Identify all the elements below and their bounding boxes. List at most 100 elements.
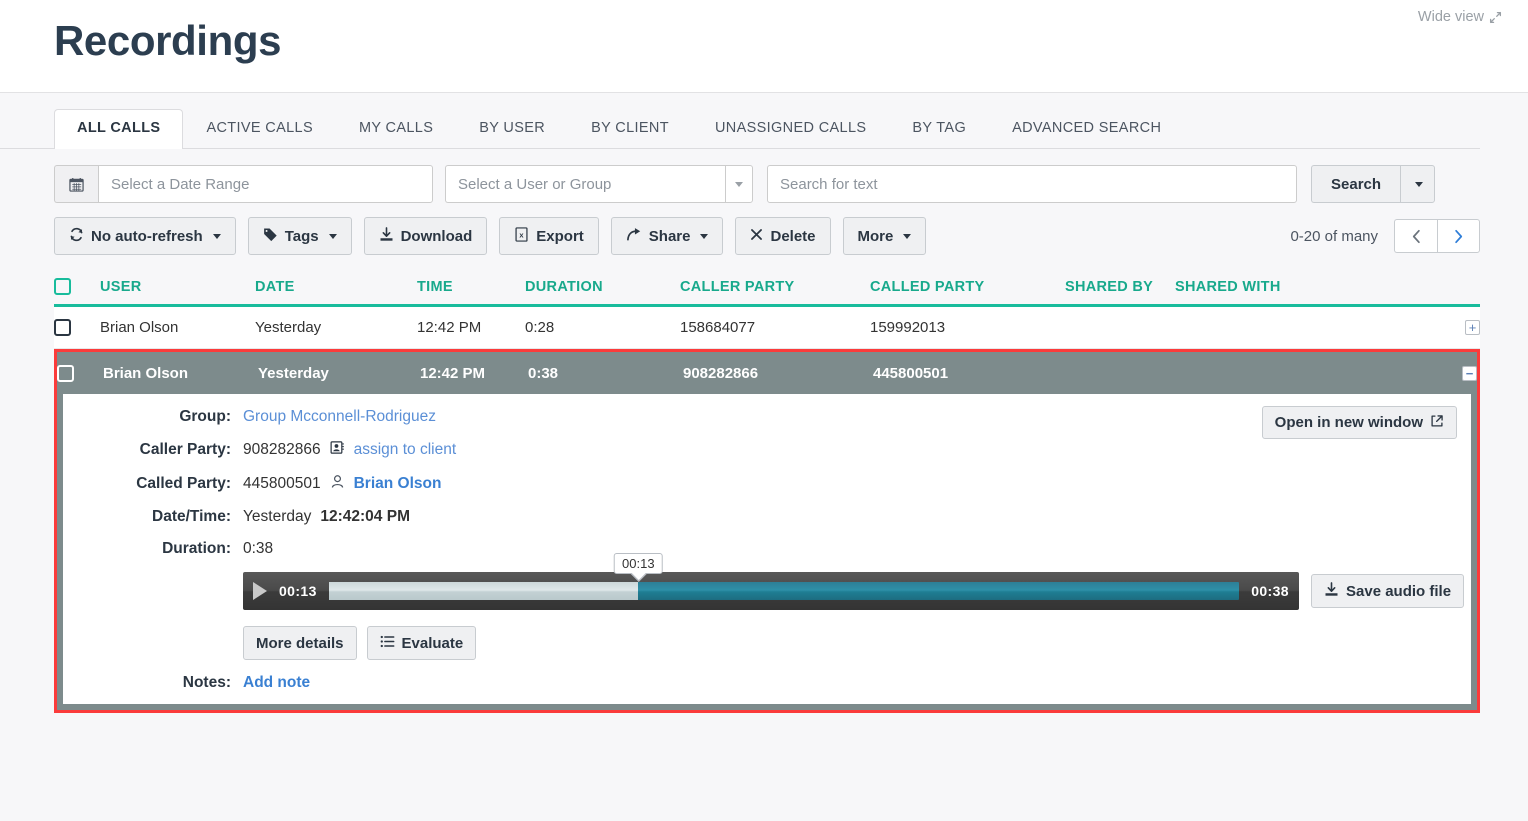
refresh-icon bbox=[69, 227, 84, 245]
share-button[interactable]: Share bbox=[610, 217, 724, 255]
detail-label-notes: Notes: bbox=[182, 674, 231, 691]
called-party-number: 445800501 bbox=[243, 475, 321, 492]
caret-down-icon bbox=[212, 233, 221, 239]
cell-user: Brian Olson bbox=[103, 364, 189, 382]
tags-label: Tags bbox=[284, 227, 319, 245]
chevron-down-icon bbox=[735, 181, 743, 187]
tab-by-user[interactable]: BY USER bbox=[456, 109, 568, 148]
column-header-shared-by[interactable]: SHARED BY bbox=[1065, 279, 1175, 295]
column-header-user[interactable]: USER bbox=[100, 279, 255, 295]
column-header-called-party[interactable]: CALLED PARTY bbox=[870, 279, 1065, 295]
cell-caller-party: 908282866 bbox=[683, 364, 759, 382]
filter-bar: Search bbox=[0, 149, 1528, 203]
tags-button[interactable]: Tags bbox=[247, 217, 352, 255]
detail-notes-row: Notes: Add note bbox=[63, 674, 1471, 692]
cell-duration: 0:38 bbox=[528, 364, 559, 382]
column-header-date[interactable]: DATE bbox=[255, 279, 417, 295]
assign-to-client-link[interactable]: assign to client bbox=[354, 441, 457, 459]
cell-date: Yesterday bbox=[255, 319, 322, 336]
more-button[interactable]: More bbox=[842, 217, 927, 255]
caret-down-icon bbox=[903, 233, 912, 239]
caret-down-icon bbox=[700, 233, 709, 239]
row-select-cell bbox=[57, 364, 103, 382]
row-select-checkbox[interactable] bbox=[57, 364, 74, 382]
download-icon bbox=[1324, 582, 1339, 600]
tab-by-tag[interactable]: BY TAG bbox=[889, 109, 989, 148]
pager-previous-button[interactable] bbox=[1394, 219, 1437, 253]
search-button[interactable]: Search bbox=[1311, 165, 1401, 203]
collapse-row-icon[interactable]: − bbox=[1462, 365, 1477, 381]
auto-refresh-label: No auto-refresh bbox=[91, 227, 203, 245]
player-total-time: 00:38 bbox=[1251, 583, 1289, 599]
user-group-input[interactable] bbox=[445, 165, 725, 203]
table-row-expanded[interactable]: Brian Olson Yesterday 12:42 PM 0:38 9082… bbox=[57, 352, 1477, 394]
export-button[interactable]: x Export bbox=[499, 217, 599, 255]
tab-my-calls[interactable]: MY CALLS bbox=[336, 109, 456, 148]
called-party-user-link[interactable]: Brian Olson bbox=[354, 475, 442, 493]
open-in-new-window-button[interactable]: Open in new window bbox=[1261, 406, 1457, 439]
export-file-icon: x bbox=[514, 227, 529, 245]
share-arrow-icon bbox=[626, 227, 642, 245]
user-group-dropdown-toggle[interactable] bbox=[725, 165, 753, 203]
save-audio-file-button[interactable]: Save audio file bbox=[1311, 574, 1465, 608]
list-icon bbox=[380, 634, 395, 652]
detail-value-caller-party: 908282866 assign to client bbox=[243, 440, 456, 460]
play-icon[interactable] bbox=[253, 582, 267, 600]
tab-active-calls[interactable]: ACTIVE CALLS bbox=[183, 109, 336, 148]
column-header-duration[interactable]: DURATION bbox=[525, 279, 680, 295]
row-select-checkbox[interactable] bbox=[54, 319, 71, 336]
auto-refresh-button[interactable]: No auto-refresh bbox=[54, 217, 236, 255]
calendar-icon[interactable] bbox=[54, 165, 98, 203]
pager-next-button[interactable] bbox=[1437, 219, 1480, 253]
cell-user: Brian Olson bbox=[100, 319, 179, 336]
column-header-shared-with[interactable]: SHARED WITH bbox=[1175, 279, 1446, 295]
recordings-table: USER DATE TIME DURATION CALLER PARTY CAL… bbox=[0, 269, 1528, 713]
cell-collapse: − bbox=[1443, 365, 1477, 381]
search-input[interactable] bbox=[767, 165, 1297, 203]
expand-arrows-icon bbox=[1489, 11, 1502, 24]
player-progress-track[interactable]: 00:13 bbox=[328, 553, 1240, 600]
evaluate-button[interactable]: Evaluate bbox=[366, 626, 477, 660]
detail-value-group: Group Mcconnell-Rodriguez bbox=[243, 408, 436, 426]
tab-unassigned-calls[interactable]: UNASSIGNED CALLS bbox=[692, 109, 889, 148]
cell-duration: 0:28 bbox=[525, 319, 555, 336]
download-label: Download bbox=[400, 227, 473, 245]
page-header: Wide view Recordings bbox=[0, 0, 1528, 93]
cell-time: 12:42 PM bbox=[420, 364, 486, 382]
download-icon bbox=[379, 227, 394, 245]
detail-datetime-row: Date/Time: Yesterday 12:42:04 PM bbox=[63, 508, 1471, 526]
svg-text:x: x bbox=[520, 231, 525, 240]
tab-by-client[interactable]: BY CLIENT bbox=[568, 109, 692, 148]
tab-advanced-search[interactable]: ADVANCED SEARCH bbox=[989, 109, 1184, 148]
wide-view-toggle[interactable]: Wide view bbox=[1418, 9, 1502, 25]
row-select-cell bbox=[54, 319, 100, 336]
assign-to-client-icon[interactable] bbox=[330, 440, 345, 460]
cell-caller-party: 158684077 bbox=[680, 319, 756, 336]
download-button[interactable]: Download bbox=[363, 217, 488, 255]
column-header-caller-party[interactable]: CALLER PARTY bbox=[680, 279, 870, 295]
cell-time: 12:42 PM bbox=[417, 319, 482, 336]
expand-row-icon[interactable]: + bbox=[1465, 320, 1480, 335]
select-all-checkbox[interactable] bbox=[54, 278, 71, 295]
caller-party-number: 908282866 bbox=[243, 441, 321, 458]
tabbar: ALL CALLS ACTIVE CALLS MY CALLS BY USER … bbox=[0, 93, 1480, 149]
detail-label-duration: Duration: bbox=[162, 540, 231, 557]
column-header-time[interactable]: TIME bbox=[417, 279, 525, 295]
player-seek-tooltip: 00:13 bbox=[614, 553, 663, 582]
delete-label: Delete bbox=[770, 227, 816, 245]
group-link[interactable]: Group Mcconnell-Rodriguez bbox=[243, 408, 436, 426]
save-audio-file-label: Save audio file bbox=[1346, 582, 1452, 600]
external-link-icon bbox=[1430, 414, 1444, 431]
search-options-dropdown[interactable] bbox=[1400, 165, 1436, 203]
date-range-input[interactable] bbox=[98, 165, 433, 203]
pager bbox=[1394, 219, 1480, 253]
more-details-button[interactable]: More details bbox=[243, 626, 357, 660]
chevron-left-icon bbox=[1412, 229, 1420, 243]
evaluate-label: Evaluate bbox=[401, 634, 464, 652]
caret-down-icon bbox=[328, 233, 337, 239]
detail-label-group: Group: bbox=[179, 408, 231, 425]
tab-all-calls[interactable]: ALL CALLS bbox=[54, 108, 184, 149]
table-row[interactable]: Brian Olson Yesterday 12:42 PM 0:28 1586… bbox=[54, 307, 1480, 349]
add-note-link[interactable]: Add note bbox=[243, 674, 310, 692]
delete-button[interactable]: Delete bbox=[735, 217, 831, 255]
